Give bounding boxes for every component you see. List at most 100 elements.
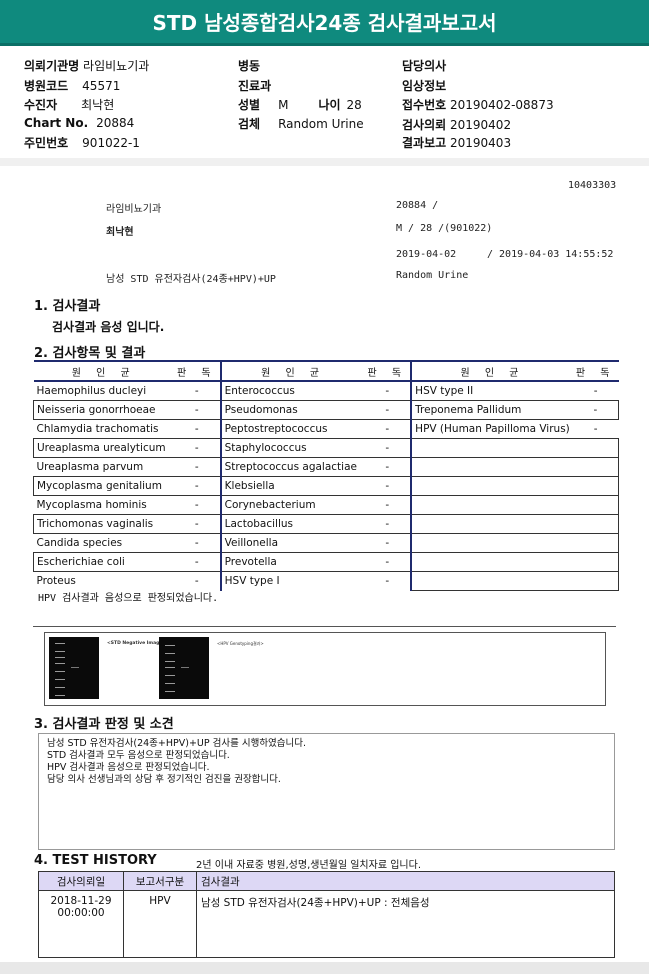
std-image-label: <STD Negative Image> xyxy=(107,641,167,646)
organism-result: - xyxy=(194,461,199,473)
sex-value: M xyxy=(278,98,289,112)
history-result: 남성 STD 유전자검사(24종+HPV)+UP : 전체음성 xyxy=(196,890,615,958)
head-cause-2: 원 인 균 xyxy=(219,360,365,382)
sex-label: 성별 xyxy=(238,98,261,112)
gel-band xyxy=(55,651,65,652)
history-time: 00:00:00 xyxy=(57,907,105,919)
gel-band xyxy=(55,679,65,680)
organism-name: Neisseria gonorrhoeae xyxy=(32,400,174,420)
organism-result: - xyxy=(364,438,412,458)
specimen-label: 검체 xyxy=(238,117,261,131)
sub-hospital: 라임비뇨기과 xyxy=(106,204,162,215)
report-value: 20190403 xyxy=(450,136,512,150)
organism-name: Enterococcus xyxy=(219,381,365,401)
organism-result: - xyxy=(173,400,222,420)
header-divider xyxy=(0,158,649,166)
history-col-type: 보고서구분 xyxy=(123,871,197,891)
organism-name: Corynebacterium xyxy=(219,495,365,515)
sub-date1: 2019-04-02 xyxy=(396,249,457,260)
head-judge-3: 판 독 xyxy=(572,360,619,382)
result-row: Proteus - HSV type I - xyxy=(34,571,619,591)
organism-result: - xyxy=(364,400,412,420)
organism-name xyxy=(410,552,573,572)
gel-band xyxy=(55,671,65,672)
organism-name: HSV type I xyxy=(219,571,365,591)
report-row: 결과보고 20190403 xyxy=(402,134,511,151)
organism-result: - xyxy=(173,438,222,458)
section3-title: 3. 검사결과 판정 및 소견 xyxy=(34,717,174,732)
gel-band xyxy=(165,683,175,684)
organism-result xyxy=(572,552,619,572)
organism-name: Veillonella xyxy=(219,533,365,553)
code-label: 병원코드 xyxy=(24,79,69,93)
hospital-value: 라임비뇨기과 xyxy=(83,59,150,73)
id-value: 901022-1 xyxy=(82,136,140,150)
patient-row: 수진자 최낙현 xyxy=(24,96,114,113)
hpv-image-label: <HPV Genotyping결과> xyxy=(217,641,264,646)
receipt-label: 접수번호 xyxy=(402,98,447,112)
std-gel-image xyxy=(49,637,99,699)
head-judge-2: 판 독 xyxy=(364,360,412,382)
gel-band xyxy=(165,667,175,668)
organism-result: - xyxy=(385,423,390,435)
age-label: 나이 xyxy=(318,98,341,112)
result-row: Mycoplasma hominis - Corynebacterium - xyxy=(34,495,619,515)
organism-name: Ureaplasma urealyticum xyxy=(32,438,174,458)
history-date-cell: 2018-11-29 00:00:00 xyxy=(38,890,124,958)
gel-band xyxy=(165,691,175,692)
organism-result: - xyxy=(364,552,412,572)
result-table-body: Haemophilus ducleyi - Enterococcus - HSV typ… xyxy=(32,381,619,591)
organism-name: HPV (Human Papilloma Virus) xyxy=(410,419,573,439)
organism-result: - xyxy=(385,461,390,473)
organism-result: - xyxy=(173,552,222,572)
organism-name xyxy=(410,571,573,591)
head-cause-3: 원 인 균 xyxy=(410,360,573,382)
sub-patient: 최낙현 xyxy=(106,227,134,238)
page-footer xyxy=(0,962,649,974)
section4-title: 4. TEST HISTORY xyxy=(34,853,157,868)
organism-result xyxy=(572,438,619,458)
id-row: 주민번호 901022-1 xyxy=(24,134,140,151)
organism-name xyxy=(410,495,573,515)
history-row: 2018-11-29 00:00:00 HPV 남성 STD 유전자검사(24종… xyxy=(38,890,615,958)
age-value: 28 xyxy=(346,98,362,112)
request-label: 검사의뢰 xyxy=(402,118,447,132)
specimen-row: 검체 Random Urine xyxy=(238,115,364,132)
organism-result: - xyxy=(385,575,390,588)
request-value: 20190402 xyxy=(450,118,512,132)
organism-result xyxy=(572,476,619,496)
organism-name xyxy=(410,438,573,458)
history-col-date: 검사의뢰일 xyxy=(38,871,124,891)
organism-result xyxy=(572,457,619,477)
gel-band xyxy=(165,645,175,646)
request-row: 검사의뢰 20190402 xyxy=(402,116,511,133)
result-row: Ureaplasma urealyticum - Staphylococcus - xyxy=(32,438,619,458)
sub-testname: 남성 STD 유전자검사(24종+HPV)+UP xyxy=(106,274,276,285)
history-col-result: 검사결과 xyxy=(196,871,615,891)
result-row: Escherichiae coli - Prevotella - xyxy=(32,552,619,572)
hospital-label: 의뢰기관명 xyxy=(24,59,80,73)
organism-result: - xyxy=(572,400,619,420)
organism-name: Staphylococcus xyxy=(219,438,365,458)
receipt-row: 접수번호 20190402-08873 xyxy=(402,96,554,113)
result-row: Mycoplasma genitalium - Klebsiella - xyxy=(32,476,619,496)
organism-result: - xyxy=(385,499,390,511)
organism-result: - xyxy=(194,385,199,397)
hpv-gel-image xyxy=(159,637,209,699)
result-row: Neisseria gonorrhoeae - Pseudomonas - Trepon… xyxy=(32,400,619,420)
patient-value: 최낙현 xyxy=(81,98,115,112)
history-header: 검사의뢰일 보고서구분 검사결과 xyxy=(38,871,615,891)
sex-row: 성별 M 나이 28 xyxy=(238,96,362,113)
report-label: 결과보고 xyxy=(402,136,447,150)
organism-result: - xyxy=(364,514,412,534)
receipt-value: 20190402-08873 xyxy=(450,98,554,112)
organism-name xyxy=(410,533,573,553)
id-label: 주민번호 xyxy=(24,136,69,150)
organism-result: - xyxy=(173,514,222,534)
organism-name xyxy=(410,457,573,477)
section-divider xyxy=(33,626,616,627)
result-row: Trichomonas vaginalis - Lactobacillus - xyxy=(32,514,619,534)
finding-line-4: 담당 의사 선생님과의 상담 후 정기적인 검진을 권장합니다. xyxy=(47,774,281,785)
section2-title: 2. 검사항목 및 결과 xyxy=(34,346,146,361)
clinical-label: 임상정보 xyxy=(402,79,447,93)
